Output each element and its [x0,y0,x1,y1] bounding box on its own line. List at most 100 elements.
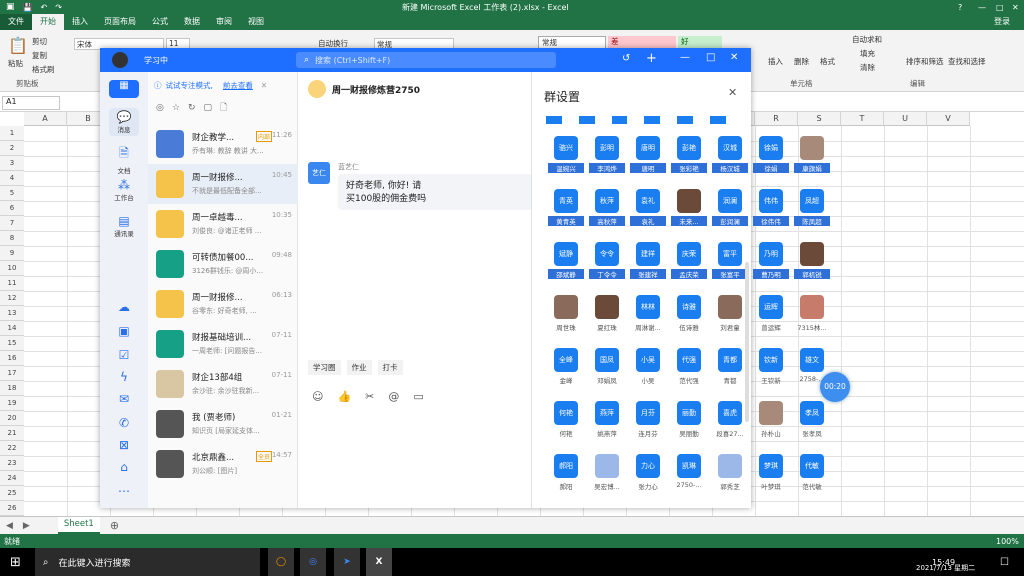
app-search-input[interactable]: ⌕ 搜索 (Ctrl+Shift+F) [296,52,556,68]
excel-taskbar-icon[interactable]: X [366,548,392,576]
at-icon[interactable]: ◎ [156,103,164,113]
column-header[interactable]: V [927,112,970,126]
member-item[interactable]: 郝阳 郝阳 [548,454,584,498]
row-header[interactable]: 9 [0,246,24,261]
row-header[interactable]: 7 [0,216,24,231]
sheet-prev-icon[interactable]: ◀ [6,521,13,531]
phone-icon[interactable]: ✆ [109,416,139,430]
member-item[interactable]: 孙朴山 [753,401,789,445]
row-header[interactable]: 8 [0,231,24,246]
sheet-next-icon[interactable]: ▶ [23,521,30,531]
image-icon[interactable]: ▢ [203,103,212,113]
member-item[interactable]: 梦琪 叶梦琪 [753,454,789,498]
row-header[interactable]: 21 [0,426,24,441]
row-header[interactable]: 25 [0,486,24,501]
member-item[interactable]: 7315林... [794,295,830,339]
member-item[interactable]: 丽勤 吴丽勤 [671,401,707,445]
app-minimize-icon[interactable]: — [680,52,690,63]
member-item[interactable]: 郭秀芝 [712,454,748,498]
add-icon[interactable]: + [646,51,657,66]
find-select-button[interactable]: 查找和选择 [948,56,986,67]
more-icon[interactable]: ⋯ [109,484,139,498]
like-icon[interactable]: 👍 [337,390,351,403]
column-header[interactable]: U [884,112,927,126]
app-icon-1[interactable]: ◯ [268,548,294,576]
history-icon[interactable]: ↺ [622,53,630,64]
calendar-icon[interactable]: ▣ [109,324,139,338]
member-item[interactable]: 何艳 何艳 [548,401,584,445]
sort-filter-button[interactable]: 排序和筛选 [906,56,944,67]
member-item[interactable]: 小吴 小吴 [630,348,666,392]
lightning-icon[interactable]: ϟ [109,370,139,384]
member-item[interactable]: 骆兴 温婉兴 [548,136,584,180]
member-item[interactable]: 郭机锐 [794,242,830,286]
member-item[interactable]: 汉城 杨汉城 [712,136,748,180]
help-icon[interactable]: ? [958,3,962,12]
tab-view[interactable]: 视图 [240,14,272,30]
row-header[interactable]: 6 [0,201,24,216]
member-item[interactable]: 钦新 王钦新 [753,348,789,392]
nav-contacts[interactable]: ▤ 通讯录 [109,214,139,238]
cloud-icon[interactable]: ☁ [109,300,139,314]
app-icon-2[interactable]: ◎ [300,548,326,576]
row-header[interactable]: 14 [0,321,24,336]
row-header[interactable]: 4 [0,171,24,186]
row-header[interactable]: 3 [0,156,24,171]
store-icon[interactable]: ⌂ [109,460,139,474]
row-header[interactable]: 24 [0,471,24,486]
row-header[interactable]: 1 [0,126,24,141]
tab-data[interactable]: 数据 [176,14,208,30]
name-box[interactable]: A1 [2,95,60,110]
member-item[interactable]: 唐明 唐明 [630,136,666,180]
row-header[interactable]: 12 [0,291,24,306]
file-icon[interactable]: 🗋 [220,100,227,116]
member-item[interactable]: 乃明 曹乃明 [753,242,789,286]
member-item[interactable]: 庆荣 孟庆荣 [671,242,707,286]
member-item[interactable]: 燕萍 姚燕萍 [589,401,625,445]
delete-cells-button[interactable]: 删除 [794,56,809,67]
member-item[interactable]: 袁礼 袁礼 [630,189,666,233]
format-cells-button[interactable]: 格式 [820,56,835,67]
conversation-item[interactable]: 财企13部4组 07-11 余沙驻: 余沙驻我新... [148,364,298,404]
row-header[interactable]: 19 [0,396,24,411]
row-header[interactable]: 2 [0,141,24,156]
mail-icon[interactable]: ✉ [109,392,139,406]
member-item[interactable]: 月芬 连月芬 [630,401,666,445]
member-item[interactable]: 彭艳 张彩艳 [671,136,707,180]
app-close-icon[interactable]: ✕ [730,52,738,63]
member-item[interactable]: 代敏 范代敏 [794,454,830,498]
row-header[interactable]: 13 [0,306,24,321]
row-header[interactable]: 20 [0,411,24,426]
tab-file[interactable]: 文件 [0,14,32,30]
message-bubble[interactable]: 好奇老师, 你好! 请 买100股的佣金费吗 [338,174,538,210]
member-item[interactable]: 刘君童 [712,295,748,339]
member-item[interactable]: 斌静 邵斌静 [548,242,584,286]
conversation-item[interactable]: 可转债加餐00... 09:48 3126群钱乐: @周小... [148,244,298,284]
windows-start-icon[interactable]: ⊞ [10,555,21,570]
maximize-icon[interactable]: □ [996,3,1004,12]
conversation-item[interactable]: 北京鼎鑫... 14:57 刘公顺: [图片] 全员 [148,444,298,484]
undo-icon[interactable]: ↶ [40,3,47,12]
column-header[interactable]: R [755,112,798,126]
member-item[interactable]: 力心 张力心 [630,454,666,498]
member-item[interactable]: 建祥 张建祥 [630,242,666,286]
conversation-item[interactable]: 我 (贾老师) 01-21 知识页 [局家延支体... [148,404,298,444]
task-icon[interactable]: ☑ [109,348,139,362]
tip-close-icon[interactable]: ✕ [261,81,267,90]
format-painter-button[interactable]: 格式刷 [32,64,55,75]
row-header[interactable]: 22 [0,441,24,456]
notification-icon[interactable]: ☐ [1000,557,1009,568]
row-header[interactable]: 15 [0,336,24,351]
conversation-item[interactable]: 财企教学... 11:26 乔有琳: 教辞 教讲 大... 内部 [148,124,298,164]
row-header[interactable]: 23 [0,456,24,471]
autosum-button[interactable]: 自动求和 [852,34,882,45]
redo-icon[interactable]: ↷ [55,3,62,12]
member-item[interactable]: 全峰 金峰 [548,348,584,392]
sheet-tab[interactable]: Sheet1 [57,517,100,534]
member-item[interactable]: 国凤 邓娟凤 [589,348,625,392]
tab-page-layout[interactable]: 页面布局 [96,14,144,30]
emoji-icon[interactable]: ☺ [312,390,323,403]
login-link[interactable]: 登录 [986,14,1018,30]
row-header[interactable]: 11 [0,276,24,291]
close-icon[interactable]: ✕ [1012,3,1019,12]
